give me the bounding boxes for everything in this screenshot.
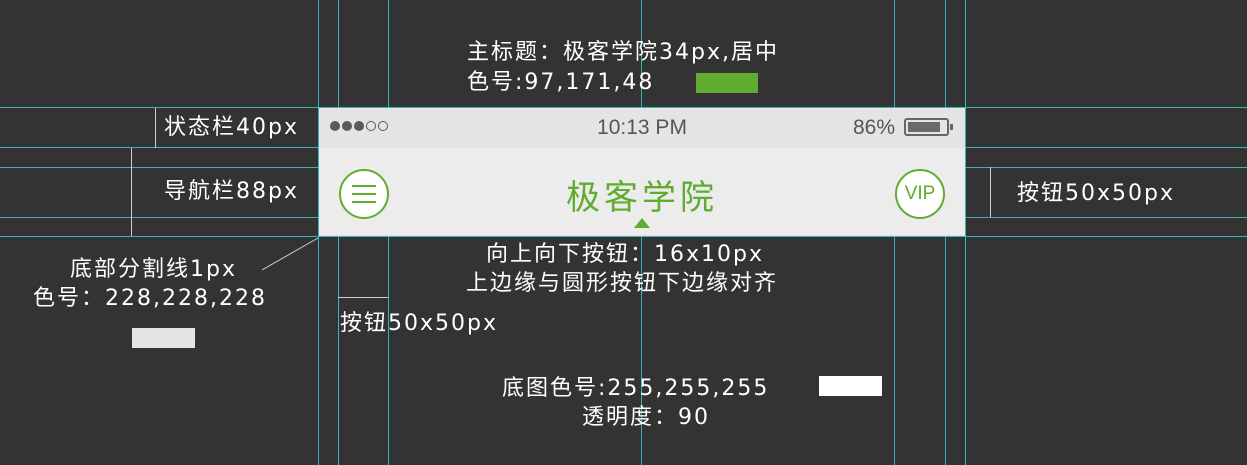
navbar-spec-label: 导航栏88px [164,179,299,204]
battery-percentage: 86% [852,116,895,139]
navigation-bar: 极客学院 VIP [319,148,965,236]
guide-line-horizontal [0,236,1247,237]
divider-pointer-line [262,237,319,271]
title-spec-label: 主标题：极客学院34px,居中 [467,40,779,65]
annotation-line [338,297,388,298]
vip-button[interactable]: VIP [895,169,945,219]
statusbar-spec-label: 状态栏40px [164,115,299,140]
annotation-line [131,148,132,236]
arrow-up-icon[interactable] [634,218,650,228]
title-color-label: 色号:97,171,48 [467,70,655,95]
status-bar: 10:13 PM 86% [319,108,965,148]
page-title: 极客学院 [566,178,718,218]
divider-spec-label: 底部分割线1px [70,257,237,282]
divider-color-label: 色号：228,228,228 [33,286,267,311]
annotation-line [990,167,991,217]
guide-line-vertical [965,0,966,465]
white-color-swatch [819,376,882,396]
arrow-align-label: 上边缘与圆形按钮下边缘对齐 [466,271,779,296]
right-button-spec-label: 按钮50x50px [1017,181,1175,206]
left-button-spec-label: 按钮50x50px [340,311,498,336]
battery-icon [904,118,949,136]
gray-color-swatch [132,328,195,348]
arrow-spec-label: 向上向下按钮：16x10px [486,242,764,267]
annotation-line [155,108,156,148]
annotation-line [0,107,318,108]
green-color-swatch [696,73,758,93]
battery-tip [950,124,953,130]
background-opacity-label: 透明度：90 [582,405,710,430]
background-color-label: 底图色号:255,255,255 [502,376,770,401]
